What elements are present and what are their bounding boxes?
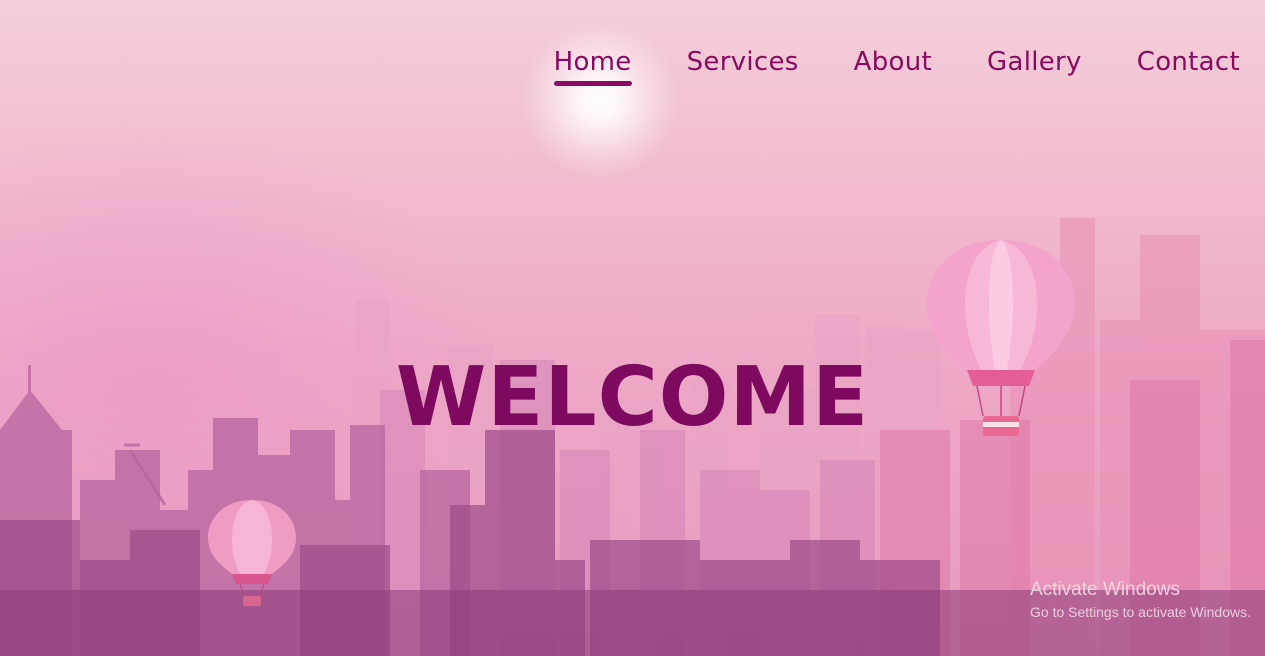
nav-link-about[interactable]: About [854,44,932,80]
watermark-title: Activate Windows [1030,579,1180,600]
nav-link-contact[interactable]: Contact [1137,44,1240,80]
watermark-subtitle: Go to Settings to activate Windows. [1030,604,1251,620]
activate-windows-watermark: Activate Windows Go to Settings to activ… [1030,578,1251,622]
main-nav: Home Services About Gallery Contact [553,44,1240,86]
nav-link-services[interactable]: Services [687,44,799,80]
nav-link-home[interactable]: Home [553,44,632,86]
hot-air-balloon-small-icon [208,500,296,606]
nav-link-gallery[interactable]: Gallery [987,44,1082,80]
welcome-heading: WELCOME [395,350,870,445]
hero-section: Home Services About Gallery Contact WELC… [0,0,1265,656]
